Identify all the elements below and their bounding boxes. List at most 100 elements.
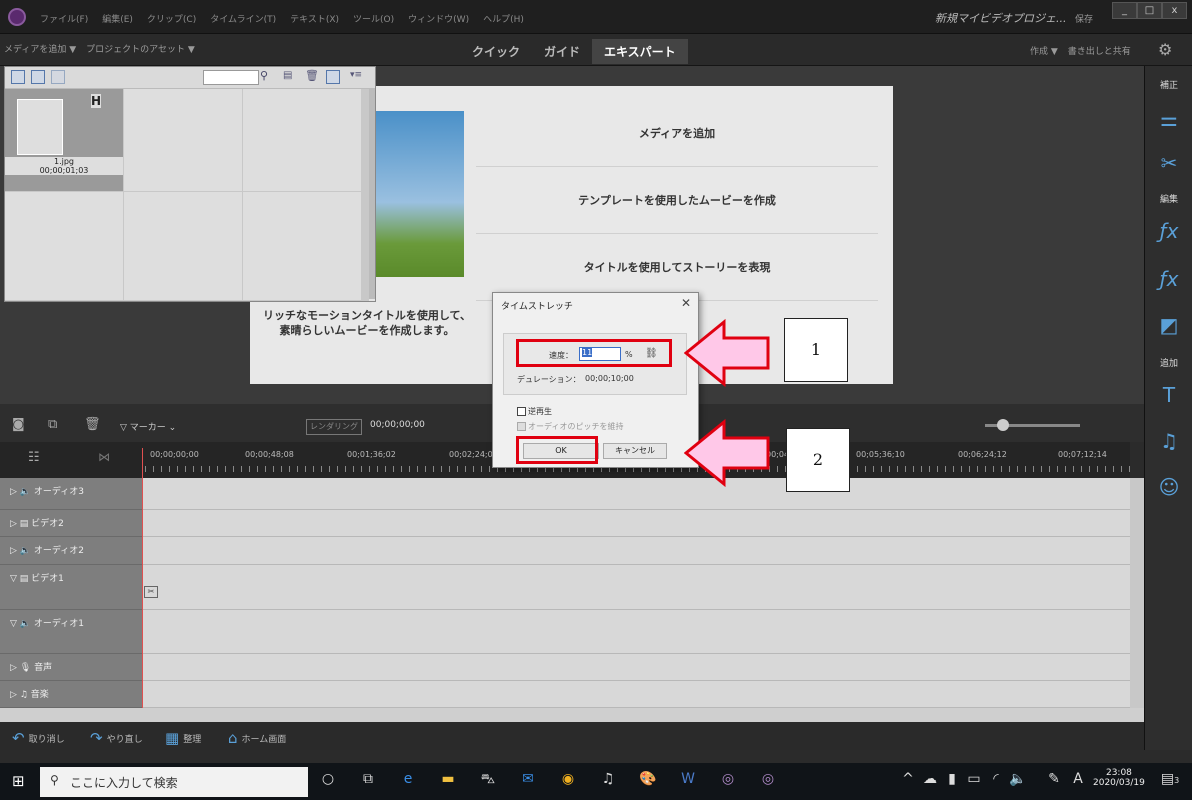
track-header-audio3[interactable]: ▷ 🔈 オーディオ3 <box>0 478 142 510</box>
adjust-icon[interactable]: ⚌ <box>1153 104 1185 134</box>
chrome-icon[interactable]: ◉ <box>558 771 578 791</box>
maximize-button[interactable]: □ <box>1137 2 1162 19</box>
track-lane[interactable] <box>142 537 1130 565</box>
premiere-elements-active-icon[interactable]: ◎ <box>758 771 778 791</box>
timeline-scrollbar[interactable] <box>1130 478 1144 710</box>
assets-search-input[interactable] <box>203 70 259 85</box>
menu-timeline[interactable]: タイムライン(T) <box>210 12 276 25</box>
cortana-icon[interactable]: ○ <box>318 771 338 791</box>
keep-pitch-checkbox[interactable]: オーディオのピッチを維持 <box>517 421 623 432</box>
redo-button[interactable]: ↷ やり直し <box>90 729 143 747</box>
reverse-checkbox[interactable]: 逆再生 <box>517 406 552 417</box>
assets-scrollbar[interactable] <box>369 89 375 299</box>
add-media-dropdown[interactable]: メディアを追加 ▼ <box>4 42 76 55</box>
save-button[interactable]: 保存 <box>1075 12 1093 25</box>
tab-quick[interactable]: クイック <box>460 39 532 64</box>
tools-icon[interactable]: ✂ <box>1153 148 1185 178</box>
track-lane[interactable] <box>142 478 1130 510</box>
ime-icon[interactable]: A <box>1068 771 1088 791</box>
organize-button[interactable]: ▦ 整理 <box>165 729 201 747</box>
create-dropdown[interactable]: 作成 ▼ <box>1030 44 1058 57</box>
taskbar-clock[interactable]: 23:08 2020/03/19 <box>1093 768 1145 788</box>
track-settings-icon[interactable]: ☷ <box>28 450 40 465</box>
video-filter-icon[interactable] <box>11 70 25 84</box>
menu-clip[interactable]: クリップ(C) <box>147 12 196 25</box>
image-filter-icon[interactable] <box>31 70 45 84</box>
tray-expand-icon[interactable]: ^ <box>898 771 918 791</box>
track-header-video1[interactable]: ▽ ▤ ビデオ1 <box>0 565 142 610</box>
track-lane[interactable] <box>142 510 1130 537</box>
menu-window[interactable]: ウィンドウ(W) <box>408 12 469 25</box>
task-view-icon[interactable]: ⧉ <box>358 771 378 791</box>
menu-file[interactable]: ファイル(F) <box>40 12 88 25</box>
pen-icon[interactable]: ✎ <box>1044 771 1064 791</box>
track-lane[interactable] <box>142 565 1130 610</box>
menu-tools[interactable]: ツール(O) <box>353 12 394 25</box>
itunes-icon[interactable]: ♫ <box>598 771 618 791</box>
pin-icon[interactable] <box>326 70 340 84</box>
audio-waveform-icon[interactable]: ⋈ <box>98 450 110 464</box>
mail-icon[interactable]: ✉ <box>518 771 538 791</box>
playhead[interactable] <box>142 448 143 710</box>
onedrive-icon[interactable]: ☁ <box>920 771 940 791</box>
delete-icon[interactable]: 🗑 <box>84 417 101 432</box>
home-button[interactable]: ⌂ ホーム画面 <box>228 729 286 747</box>
menu-text[interactable]: テキスト(X) <box>290 12 339 25</box>
replace-icon[interactable]: ⧉ <box>48 417 57 432</box>
transitions-icon[interactable]: ◩ <box>1153 310 1185 340</box>
track-header-music[interactable]: ▷ ♫ 音楽 <box>0 681 142 708</box>
track-header-audio1[interactable]: ▽ 🔈 オーディオ1 <box>0 610 142 654</box>
close-button[interactable]: x <box>1162 2 1187 19</box>
effects-icon[interactable]: ƒx <box>1153 216 1185 246</box>
new-item-icon[interactable]: ▤ <box>283 70 292 81</box>
dialog-close-icon[interactable]: ✕ <box>681 296 691 310</box>
audio-filter-icon[interactable] <box>51 70 65 84</box>
undo-button[interactable]: ↶ 取り消し <box>12 729 65 747</box>
duration-value[interactable]: 00;00;10;00 <box>585 374 634 383</box>
zoom-slider-knob[interactable] <box>997 419 1009 431</box>
battery-icon[interactable]: ▭ <box>964 771 984 791</box>
tab-expert[interactable]: エキスパート <box>592 39 688 64</box>
trash-icon[interactable]: 🗑 <box>305 69 319 82</box>
search-icon[interactable]: ⚲ <box>260 69 268 82</box>
track-lane[interactable] <box>142 681 1130 708</box>
project-assets-dropdown[interactable]: プロジェクトのアセット ▼ <box>86 42 195 55</box>
track-lane[interactable] <box>142 654 1130 681</box>
track-header-narration[interactable]: ▷ 🎙 音声 <box>0 654 142 681</box>
usb-icon[interactable]: ▮ <box>942 771 962 791</box>
cancel-button[interactable]: キャンセル <box>603 443 667 459</box>
titles-icon[interactable]: T <box>1153 380 1185 410</box>
gear-icon[interactable]: ⚙ <box>1158 40 1172 59</box>
template-movie-option[interactable]: テンプレートを使用したムービーを作成 <box>476 168 878 234</box>
track-lane[interactable] <box>142 610 1130 654</box>
camera-icon[interactable]: ◙ <box>12 417 25 432</box>
menu-help[interactable]: ヘルプ(H) <box>483 12 524 25</box>
edge-icon[interactable]: e <box>398 771 418 791</box>
notification-icon[interactable]: ▤3 <box>1160 771 1180 791</box>
timeline-hscrollbar[interactable] <box>0 708 1144 722</box>
volume-icon[interactable]: 🔈 <box>1008 771 1028 791</box>
asset-item[interactable]: H 1.jpg 00;00;01;03 <box>5 89 123 191</box>
marker-dropdown[interactable]: ▽ マーカー ⌄ <box>120 420 176 433</box>
tab-guided[interactable]: ガイド <box>532 39 592 64</box>
paint-icon[interactable]: 🎨 <box>638 771 658 791</box>
clip-cut-icon[interactable]: ✂ <box>144 586 158 598</box>
applied-effects-icon[interactable]: ƒx <box>1153 264 1185 294</box>
explorer-icon[interactable]: ▬ <box>438 771 458 791</box>
premiere-elements-icon[interactable]: ◎ <box>718 771 738 791</box>
menu-edit[interactable]: 編集(E) <box>102 12 133 25</box>
store-icon[interactable]: ⛍ <box>478 771 498 791</box>
music-icon[interactable]: ♫ <box>1153 426 1185 456</box>
track-header-audio2[interactable]: ▷ 🔈 オーディオ2 <box>0 537 142 565</box>
render-button[interactable]: レンダリング <box>306 419 362 435</box>
windows-start-icon[interactable]: ⊞ <box>12 772 25 790</box>
wifi-icon[interactable]: ◜ <box>986 771 1006 791</box>
minimize-button[interactable]: _ <box>1112 2 1137 19</box>
graphics-icon[interactable]: ☺ <box>1153 472 1185 502</box>
panel-menu-icon[interactable]: ▾≡ <box>350 70 362 80</box>
export-share-button[interactable]: 書き出しと共有 <box>1068 44 1131 57</box>
track-header-video2[interactable]: ▷ ▤ ビデオ2 <box>0 510 142 537</box>
add-media-option[interactable]: メディアを追加 <box>476 101 878 167</box>
taskbar-search-input[interactable]: ここに入力して検索 <box>40 767 308 797</box>
word-icon[interactable]: W <box>678 771 698 791</box>
